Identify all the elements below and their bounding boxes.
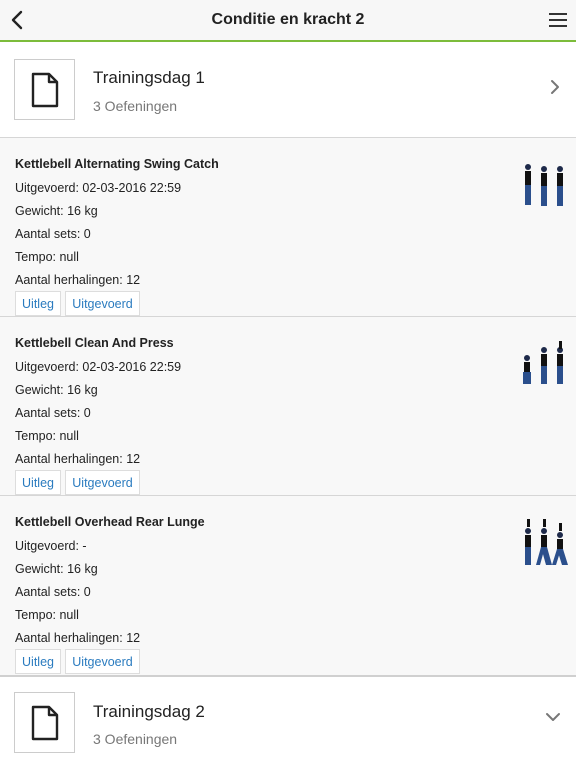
exercise-tempo: Tempo: null [15,608,79,622]
day-subtitle: 3 Oefeningen [93,98,178,114]
exercise-name: Kettlebell Clean And Press [15,336,174,350]
back-button[interactable] [6,7,32,33]
exercise-sets: Aantal sets: 0 [15,585,91,599]
chevron-right-icon [551,80,559,94]
day-thumbnail [14,692,75,753]
exercise-reps: Aantal herhalingen: 12 [15,631,141,645]
exercise-illustration [525,519,568,565]
expand-toggle[interactable] [548,78,562,101]
exercise-illustration [523,341,563,384]
exercise-weight: Gewicht: 16 kg [15,383,98,397]
exercise-weight: Gewicht: 16 kg [15,204,98,218]
exercise-card: Kettlebell Clean And Press Uitgevoerd: 0… [0,316,576,496]
hamburger-menu-icon [549,13,567,27]
exercise-weight: Gewicht: 16 kg [15,562,98,576]
exercise-tempo: Tempo: null [15,250,79,264]
explain-button[interactable]: Uitleg [15,649,61,674]
exercise-performed: Uitgevoerd: 02-03-2016 22:59 [15,181,182,195]
expand-toggle[interactable] [544,710,562,729]
day-title: Trainingsdag 2 [93,702,205,721]
exercise-name: Kettlebell Overhead Rear Lunge [15,515,205,529]
exercise-performed: Uitgevoerd: - [15,539,87,553]
exercise-reps: Aantal herhalingen: 12 [15,452,141,466]
training-day-2[interactable]: Trainingsdag 2 3 Oefeningen [0,677,576,768]
performed-button[interactable]: Uitgevoerd [65,649,140,674]
chevron-down-icon [546,713,560,721]
exercise-performed: Uitgevoerd: 02-03-2016 22:59 [15,360,182,374]
exercise-illustration [525,164,563,206]
day-title: Trainingsdag 1 [93,68,205,87]
exercise-sets: Aantal sets: 0 [15,227,91,241]
exercise-card: Kettlebell Alternating Swing Catch Uitge… [0,137,576,317]
explain-button[interactable]: Uitleg [15,470,61,495]
performed-button[interactable]: Uitgevoerd [65,291,140,316]
exercise-name: Kettlebell Alternating Swing Catch [15,157,219,171]
exercise-reps: Aantal herhalingen: 12 [15,273,141,287]
exercise-card: Kettlebell Overhead Rear Lunge Uitgevoer… [0,495,576,675]
menu-button[interactable] [548,11,568,29]
page-title: Conditie en kracht 2 [211,11,365,28]
document-icon [31,72,58,107]
performed-button[interactable]: Uitgevoerd [65,470,140,495]
training-day-1[interactable]: Trainingsdag 1 3 Oefeningen [0,42,576,138]
chevron-left-icon [11,10,23,30]
exercise-tempo: Tempo: null [15,429,79,443]
exercise-sets: Aantal sets: 0 [15,406,91,420]
navbar: Conditie en kracht 2 [0,0,576,42]
document-icon [31,705,58,740]
explain-button[interactable]: Uitleg [15,291,61,316]
day-thumbnail [14,59,75,120]
day-subtitle: 3 Oefeningen [93,731,178,747]
